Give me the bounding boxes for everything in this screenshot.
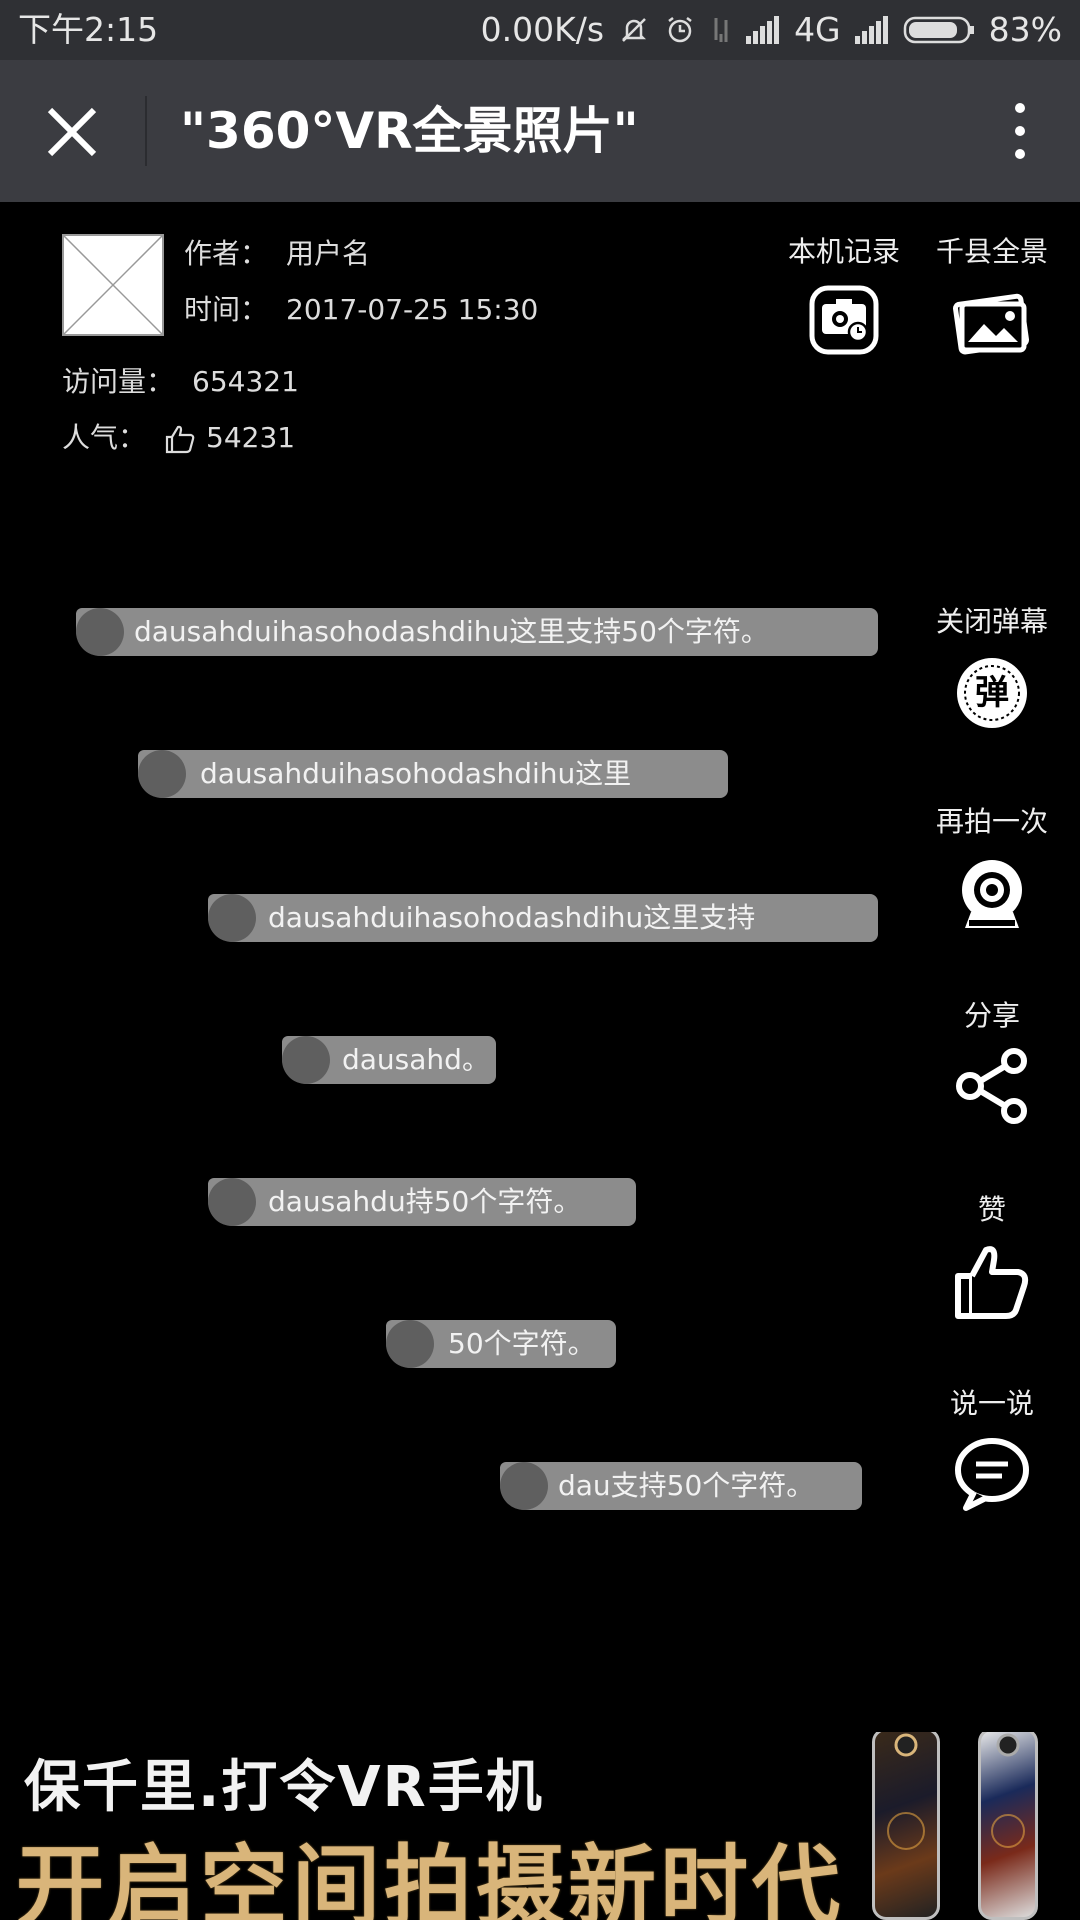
alarm-icon	[668, 17, 692, 43]
phone-image	[978, 1732, 1038, 1920]
views-value: 654321	[192, 365, 299, 398]
tool-share[interactable]: 分享	[922, 996, 1062, 1124]
tool-county-panorama[interactable]: 千县全景	[922, 232, 1062, 356]
author-value: 用户名	[286, 237, 371, 270]
promo-banner[interactable]: 保千里.打令VR手机 开启空间拍摄新时代	[0, 1732, 1080, 1920]
title-bar: "360°VR全景照片"	[0, 60, 1080, 202]
danmaku-text: dausahduihasohodashdihu这里支持50个字符。	[134, 615, 769, 648]
status-icons: 0.00K/s 4G 83%	[481, 0, 1062, 60]
views-label: 访问量：	[62, 365, 175, 398]
more-vertical-icon[interactable]	[990, 96, 1050, 166]
webcam-icon	[962, 860, 1022, 928]
signal-icon	[746, 16, 780, 44]
danmaku-avatar	[138, 750, 186, 798]
danmaku-bubble: dausahdu持50个字符。	[208, 1178, 636, 1226]
network-type: 4G	[794, 10, 841, 49]
danmaku-avatar	[76, 608, 124, 656]
tool-comment-label: 说一说	[949, 1387, 1034, 1420]
danmaku-bubble: dausahduihasohodashdihu这里支持	[208, 894, 878, 942]
danmaku-avatar	[282, 1036, 330, 1084]
danmaku-bubble: dausahduihasohodashdihu这里支持50个字符。	[76, 608, 878, 656]
avatar	[62, 234, 164, 336]
phone-image	[872, 1732, 940, 1920]
close-icon[interactable]	[40, 100, 104, 164]
popularity-label: 人气：	[62, 421, 147, 454]
status-time: 下午2:15	[18, 10, 159, 49]
danmaku-avatar	[386, 1320, 434, 1368]
tool-retake-label: 再拍一次	[935, 805, 1048, 838]
phone-camera-icon	[887, 1733, 925, 1850]
phone-camera-icon	[991, 1733, 1025, 1848]
comment-icon	[955, 1438, 1029, 1511]
banner-headline: 保千里.打令VR手机	[24, 1755, 544, 1820]
camera-record-icon	[809, 285, 879, 355]
danmaku-text: dausahd。	[342, 1043, 490, 1076]
danmaku-text: dausahduihasohodashdihu这里	[200, 757, 632, 790]
mute-bell-icon	[622, 18, 647, 42]
data-transfer-icon	[714, 18, 728, 42]
danmaku-bubble: dausahd。	[282, 1036, 496, 1084]
danmaku-avatar	[208, 1178, 256, 1226]
tool-county-panorama-label: 千县全景	[935, 235, 1048, 268]
battery-icon	[903, 16, 974, 44]
tool-close-danmaku-label: 关闭弹幕	[935, 605, 1048, 638]
time-label: 时间：	[184, 293, 269, 326]
tool-share-label: 分享	[963, 999, 1020, 1032]
tool-like-label: 赞	[977, 1193, 1006, 1226]
danmaku-text: 50个字符。	[448, 1327, 596, 1360]
danmaku-bubble: dau支持50个字符。	[500, 1462, 862, 1510]
tool-retake[interactable]: 再拍一次	[922, 802, 1062, 934]
views-row: 访问量： 654321	[62, 360, 299, 400]
danmaku-avatar	[500, 1462, 548, 1510]
network-speed: 0.00K/s	[480, 10, 605, 49]
battery-percent: 83%	[988, 10, 1062, 49]
tool-close-danmaku[interactable]: 关闭弹幕 弹	[922, 602, 1062, 732]
author-row: 作者： 用户名	[184, 232, 370, 272]
tool-comment[interactable]: 说一说	[922, 1384, 1062, 1514]
danmaku-text: dausahdu持50个字符。	[268, 1185, 582, 1218]
photo-gallery-icon	[953, 293, 1030, 355]
tool-local-record[interactable]: 本机记录	[774, 232, 914, 356]
tool-local-record-label: 本机记录	[787, 235, 900, 268]
page-title: "360°VR全景照片"	[180, 102, 639, 160]
popularity-value: 54231	[206, 421, 296, 454]
title-divider	[145, 96, 147, 166]
popularity-row: 人气： 54231	[62, 416, 295, 456]
danmaku-avatar	[208, 894, 256, 942]
status-bar: 下午2:15 0.00K/s 4G 83%	[0, 0, 1080, 60]
thumbs-up-small-icon	[165, 425, 195, 454]
share-icon	[956, 1048, 1027, 1124]
thumbs-up-icon	[955, 1246, 1029, 1319]
signal-icon-2	[854, 16, 888, 44]
danmaku-bubble: 50个字符。	[386, 1320, 616, 1368]
danmaku-bubble: dausahduihasohodashdihu这里	[138, 750, 728, 798]
time-value: 2017-07-25 15:30	[286, 293, 539, 326]
danmaku-glyph: 弹	[975, 673, 1009, 713]
author-label: 作者：	[184, 237, 269, 270]
banner-slogan: 开启空间拍摄新时代	[16, 1835, 845, 1920]
danmaku-icon: 弹	[953, 654, 1031, 732]
danmaku-text: dau支持50个字符。	[558, 1469, 815, 1502]
tool-like[interactable]: 赞	[922, 1190, 1062, 1322]
time-row: 时间： 2017-07-25 15:30	[184, 288, 538, 328]
danmaku-text: dausahduihasohodashdihu这里支持	[268, 901, 756, 934]
